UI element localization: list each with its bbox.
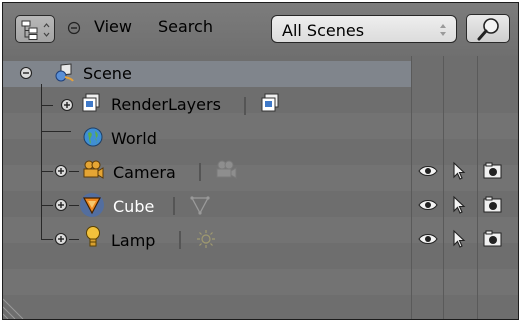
lamp-data-icon[interactable] xyxy=(195,228,217,250)
tree-label-world: World xyxy=(111,129,157,148)
expand-toggle-icon[interactable] xyxy=(53,231,69,247)
collapse-circle-icon[interactable] xyxy=(66,20,82,36)
lamp-object-icon xyxy=(86,226,100,247)
cursor-arrow-icon[interactable] xyxy=(451,161,467,181)
magnifier-icon xyxy=(477,18,499,41)
tree-connector xyxy=(41,239,53,240)
resize-corner-handle[interactable] xyxy=(3,293,29,319)
camera-render-icon[interactable] xyxy=(482,195,504,215)
tree-label-cube: Cube xyxy=(113,197,155,216)
outliner-editor-icon xyxy=(21,20,50,40)
tree-label-lamp: Lamp xyxy=(111,231,156,250)
separator xyxy=(179,231,181,249)
camera-object-icon xyxy=(83,160,104,179)
eye-icon[interactable] xyxy=(417,231,439,247)
row-stripe xyxy=(3,217,518,243)
tree-label-scene: Scene xyxy=(83,64,132,83)
search-button[interactable] xyxy=(466,14,510,43)
separator xyxy=(244,97,246,115)
view-menu[interactable]: View xyxy=(94,17,132,36)
display-mode-value: All Scenes xyxy=(282,21,365,40)
world-icon xyxy=(83,127,103,147)
scene-icon xyxy=(55,63,74,82)
camera-render-icon[interactable] xyxy=(482,161,504,181)
separator xyxy=(173,197,175,215)
tree-connector xyxy=(41,131,71,132)
cursor-arrow-icon[interactable] xyxy=(451,229,467,249)
tree-connector xyxy=(69,171,79,172)
eye-icon[interactable] xyxy=(417,197,439,213)
row-stripe xyxy=(3,113,518,139)
camera-data-icon[interactable] xyxy=(214,159,238,181)
editor-type-button[interactable] xyxy=(15,15,55,43)
tree-connector xyxy=(69,205,79,206)
outliner-window: View Search All Scenes Scene RenderLayer… xyxy=(2,2,519,320)
outliner-header: View Search All Scenes xyxy=(3,3,518,56)
expand-toggle-icon[interactable] xyxy=(59,97,75,113)
row-stripe xyxy=(3,269,518,295)
cursor-arrow-icon[interactable] xyxy=(451,195,467,215)
tree-label-renderlayers: RenderLayers xyxy=(111,95,221,114)
tree-connector xyxy=(41,84,42,240)
column-divider xyxy=(443,56,444,319)
tree-connector xyxy=(41,171,53,172)
tree-label-camera: Camera xyxy=(113,163,176,182)
render-layer-icon[interactable] xyxy=(260,92,282,114)
column-divider xyxy=(477,56,478,319)
expand-toggle-icon[interactable] xyxy=(53,163,69,179)
search-menu[interactable]: Search xyxy=(158,17,213,36)
render-layers-icon xyxy=(82,93,100,112)
camera-render-icon[interactable] xyxy=(482,229,504,249)
column-divider xyxy=(411,56,412,319)
mesh-data-icon[interactable] xyxy=(189,194,211,216)
expand-toggle-icon[interactable] xyxy=(53,197,69,213)
outliner-tree: Scene RenderLayers World Camera Cube Lam… xyxy=(3,56,518,319)
up-down-arrows-icon xyxy=(440,24,446,36)
tree-connector xyxy=(41,105,53,106)
tree-connector xyxy=(41,205,53,206)
collapse-toggle-icon[interactable] xyxy=(18,65,34,81)
eye-icon[interactable] xyxy=(417,163,439,179)
separator xyxy=(199,163,201,181)
display-mode-dropdown[interactable]: All Scenes xyxy=(271,15,457,43)
mesh-object-icon xyxy=(80,193,104,217)
tree-connector xyxy=(69,239,79,240)
